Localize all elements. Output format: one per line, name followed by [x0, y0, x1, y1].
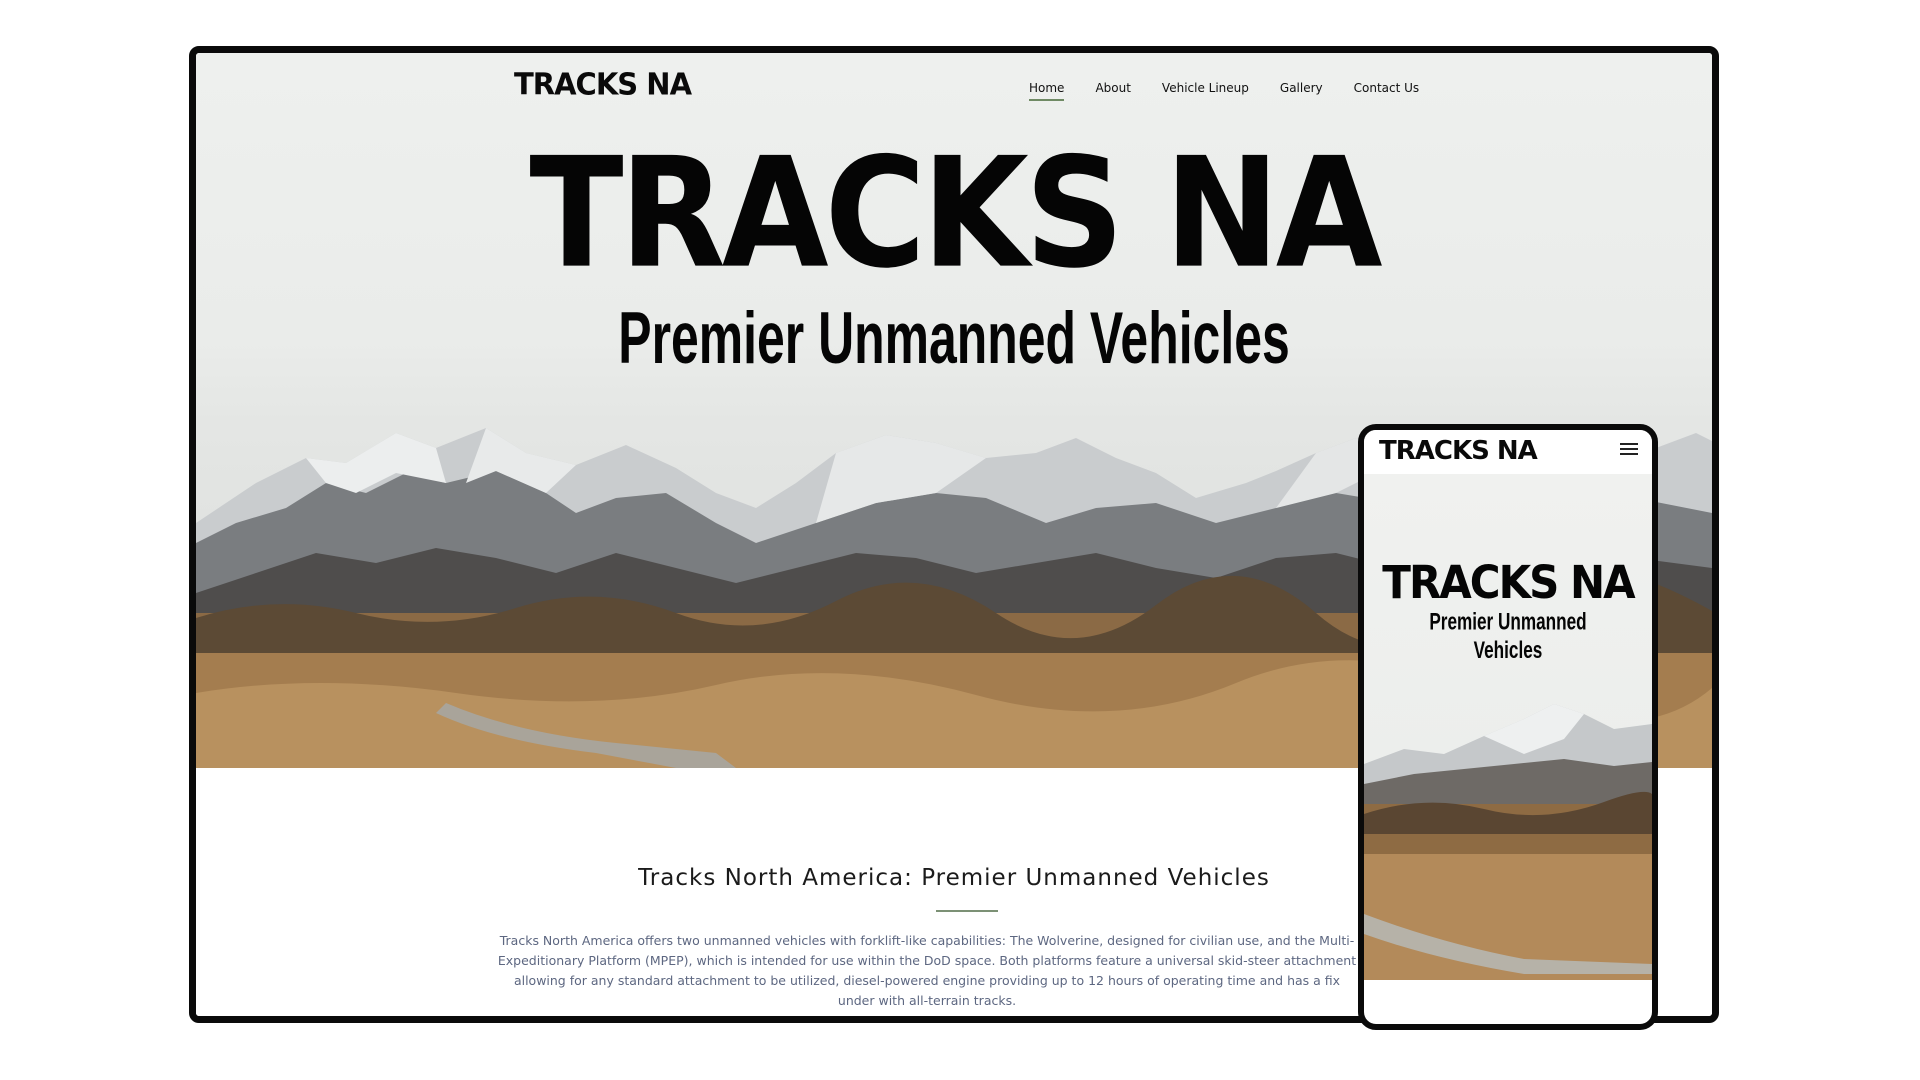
nav-item-vehicle-lineup[interactable]: Vehicle Lineup [1162, 81, 1249, 101]
mobile-hero-subtitle: Premier Unmanned Vehicles [1429, 607, 1587, 664]
nav-menu: Home About Vehicle Lineup Gallery Contac… [1029, 81, 1450, 101]
mobile-hero-section: TRACKS NA Premier Unmanned Vehicles [1364, 474, 1652, 980]
mobile-mockup: TRACKS NA TRACKS NA Premier Unmanned Veh… [1358, 424, 1658, 1030]
heading-divider [936, 910, 998, 912]
mobile-site-logo[interactable]: TRACKS NA [1379, 436, 1538, 466]
nav-item-home[interactable]: Home [1029, 81, 1065, 101]
top-navigation: TRACKS NA Home About Vehicle Lineup Gall… [196, 53, 1712, 123]
nav-item-gallery[interactable]: Gallery [1280, 81, 1323, 101]
intro-paragraph: Tracks North America offers two unmanned… [497, 933, 1357, 1008]
mobile-hero-title: TRACKS NA [1382, 556, 1635, 609]
nav-item-contact-us[interactable]: Contact Us [1354, 81, 1420, 101]
nav-item-about[interactable]: About [1095, 81, 1130, 101]
site-logo[interactable]: TRACKS NA [514, 66, 692, 102]
hero-title: TRACKS NA [529, 124, 1382, 302]
hamburger-icon[interactable] [1620, 443, 1638, 457]
hero-subtitle: Premier Unmanned Vehicles [618, 296, 1290, 380]
mobile-mountain-landscape-image [1364, 704, 1652, 980]
mobile-header: TRACKS NA [1364, 430, 1652, 475]
